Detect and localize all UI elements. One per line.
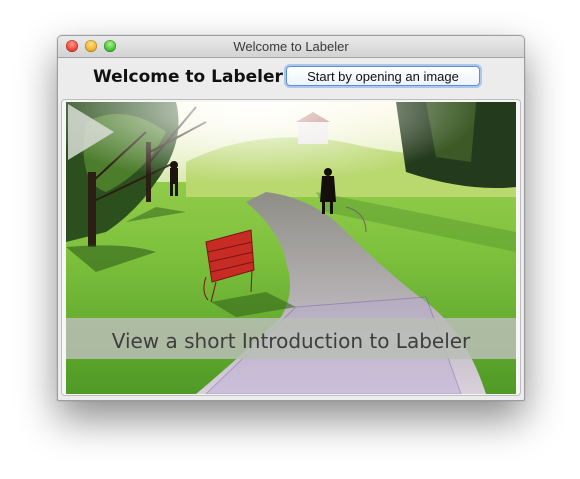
title-bar[interactable]: Welcome to Labeler	[58, 36, 524, 58]
open-image-button[interactable]: Start by opening an image	[286, 66, 480, 86]
welcome-heading: Welcome to Labeler	[93, 67, 283, 87]
play-icon[interactable]	[66, 102, 116, 162]
caption-bar: View a short Introduction to Labeler	[66, 318, 516, 359]
intro-video[interactable]: View a short Introduction to Labeler	[66, 102, 516, 394]
welcome-window: Welcome to Labeler Welcome to Labeler St…	[57, 35, 525, 401]
window-title: Welcome to Labeler	[233, 39, 349, 54]
video-caption: View a short Introduction to Labeler	[111, 329, 471, 353]
